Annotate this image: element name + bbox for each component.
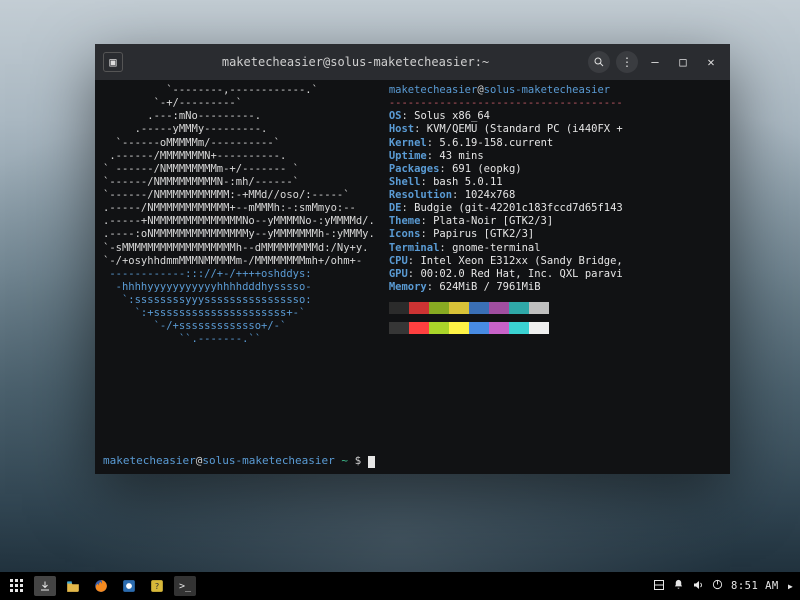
downloads-icon[interactable] [34, 576, 56, 596]
info-row: Icons: Papirus [GTK2/3] [389, 228, 623, 241]
power-icon[interactable] [712, 579, 723, 593]
info-row: DE: Budgie (git-42201c183fccd7d65f143 [389, 202, 623, 215]
info-row: OS: Solus x86_64 [389, 110, 623, 123]
notifications-icon[interactable] [673, 579, 684, 593]
neofetch-info: maketecheasier@solus-maketecheasier-----… [389, 84, 623, 474]
info-row: Kernel: 5.6.19-158.current [389, 137, 623, 150]
window-titlebar[interactable]: ▣ maketecheasier@solus-maketecheasier:~ … [95, 44, 730, 80]
volume-icon[interactable] [692, 579, 704, 594]
minimize-button[interactable]: — [644, 51, 666, 73]
cursor-icon [368, 456, 375, 468]
system-tray: 8:51 AM ▸ [653, 579, 794, 594]
info-row: Packages: 691 (eopkg) [389, 163, 623, 176]
prompt-host: solus-maketecheasier [202, 454, 334, 467]
help-icon[interactable]: ? [146, 576, 168, 596]
taskbar-terminal-icon[interactable]: >_ [174, 576, 196, 596]
software-center-icon[interactable] [118, 576, 140, 596]
close-button[interactable]: ✕ [700, 51, 722, 73]
info-row: Terminal: gnome-terminal [389, 242, 623, 255]
menu-button[interactable]: ⋮ [616, 51, 638, 73]
info-row: Resolution: 1024x768 [389, 189, 623, 202]
maximize-button[interactable]: □ [672, 51, 694, 73]
info-row: Theme: Plata-Noir [GTK2/3] [389, 215, 623, 228]
terminal-window: ▣ maketecheasier@solus-maketecheasier:~ … [95, 44, 730, 474]
apps-grid-icon[interactable] [6, 576, 28, 596]
prompt-cwd: ~ [341, 454, 348, 467]
files-icon[interactable] [62, 576, 84, 596]
info-row: GPU: 00:02.0 Red Hat, Inc. QXL paravi [389, 268, 623, 281]
clock[interactable]: 8:51 AM [731, 580, 779, 592]
info-row: Uptime: 43 mins [389, 150, 623, 163]
prompt-line: maketecheasier@solus-maketecheasier ~ $ [103, 454, 375, 468]
terminal-content[interactable]: `--------,------------.` `-+/---------` … [95, 80, 730, 474]
svg-text:?: ? [155, 581, 160, 591]
firefox-icon[interactable] [90, 576, 112, 596]
search-button[interactable] [588, 51, 610, 73]
terminal-app-icon: ▣ [103, 52, 123, 72]
taskbar: ? >_ 8:51 AM ▸ [0, 572, 800, 600]
info-row: Shell: bash 5.0.11 [389, 176, 623, 189]
info-row: CPU: Intel Xeon E312xx (Sandy Bridge, [389, 255, 623, 268]
prompt-symbol: $ [355, 454, 362, 467]
info-row: Memory: 624MiB / 7961MiB [389, 281, 623, 294]
neofetch-ascii-art: `--------,------------.` `-+/---------` … [103, 84, 375, 474]
info-row: Host: KVM/QEMU (Standard PC (i440FX + [389, 123, 623, 136]
window-title: maketecheasier@solus-maketecheasier:~ [129, 55, 582, 69]
prompt-user: maketecheasier [103, 454, 196, 467]
color-swatches [389, 302, 623, 314]
workspace-switcher-icon[interactable] [653, 579, 665, 594]
session-menu-icon[interactable]: ▸ [787, 579, 794, 593]
